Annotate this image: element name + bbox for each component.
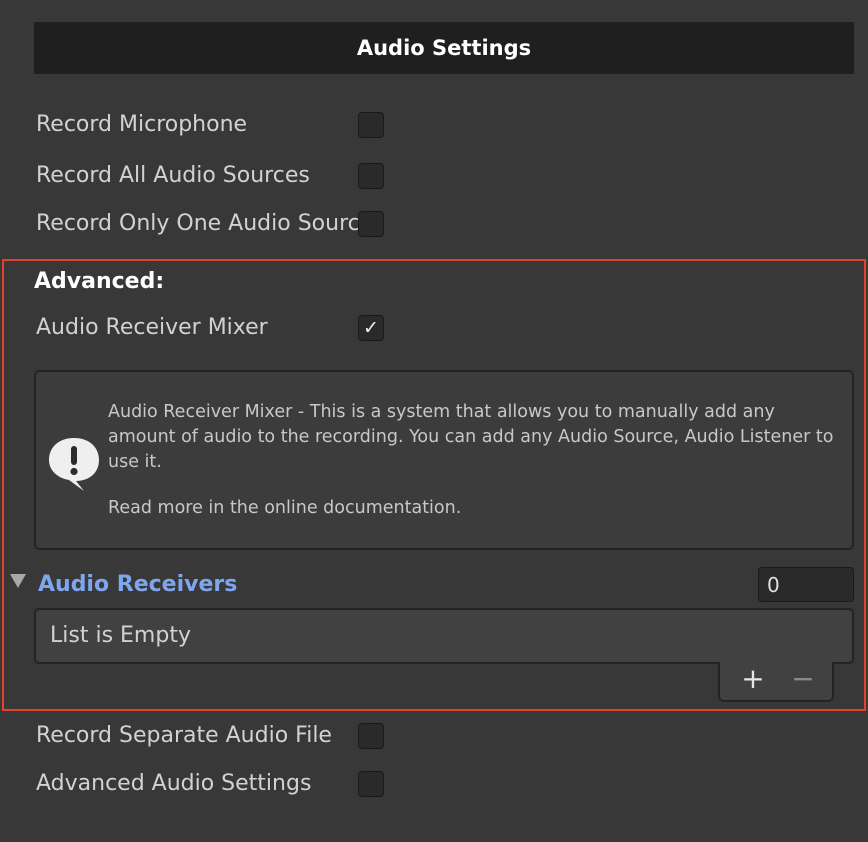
record-separate-audio-file-checkbox[interactable]	[358, 723, 384, 749]
info-speech-bubble-icon	[44, 432, 104, 492]
advanced-heading: Advanced:	[34, 269, 165, 294]
audio-settings-panel: Audio Settings Record Microphone Record …	[0, 0, 868, 842]
record-only-one-audio-source-row: Record Only One Audio Source	[36, 206, 396, 242]
list-footer: + −	[718, 662, 834, 702]
remove-item-button[interactable]: −	[788, 664, 818, 694]
audio-receiver-mixer-checkbox[interactable]: ✓	[358, 315, 384, 341]
record-separate-audio-file-label: Record Separate Audio File	[36, 723, 332, 748]
advanced-audio-settings-row: Advanced Audio Settings	[36, 766, 396, 802]
section-title: Audio Settings	[356, 36, 532, 60]
audio-receivers-size-field[interactable]	[758, 567, 854, 602]
section-header: Audio Settings	[34, 22, 854, 74]
record-microphone-row: Record Microphone	[36, 107, 396, 143]
record-all-audio-sources-label: Record All Audio Sources	[36, 163, 310, 188]
add-item-button[interactable]: +	[738, 664, 768, 694]
record-separate-audio-file-row: Record Separate Audio File	[36, 718, 396, 754]
foldout-triangle-icon[interactable]	[10, 574, 26, 588]
audio-receiver-mixer-label: Audio Receiver Mixer	[36, 315, 268, 340]
record-all-audio-sources-checkbox[interactable]	[358, 163, 384, 189]
audio-receivers-list: List is Empty	[34, 608, 854, 664]
record-microphone-label: Record Microphone	[36, 112, 248, 137]
record-microphone-checkbox[interactable]	[358, 112, 384, 138]
audio-receivers-foldout[interactable]: Audio Receivers	[38, 568, 237, 602]
help-box: Audio Receiver Mixer - This is a system …	[34, 370, 854, 550]
advanced-audio-settings-label: Advanced Audio Settings	[36, 771, 312, 796]
record-only-one-audio-source-label: Record Only One Audio Source	[36, 211, 358, 236]
advanced-audio-settings-checkbox[interactable]	[358, 771, 384, 797]
documentation-link[interactable]: Read more in the online documentation.	[108, 496, 461, 521]
record-only-one-audio-source-checkbox[interactable]	[358, 211, 384, 237]
list-empty-text: List is Empty	[50, 623, 191, 648]
checkmark-icon: ✓	[363, 316, 379, 339]
record-all-audio-sources-row: Record All Audio Sources	[36, 158, 396, 194]
help-description: Audio Receiver Mixer - This is a system …	[108, 402, 834, 472]
audio-receiver-mixer-row: Audio Receiver Mixer ✓	[36, 310, 396, 346]
